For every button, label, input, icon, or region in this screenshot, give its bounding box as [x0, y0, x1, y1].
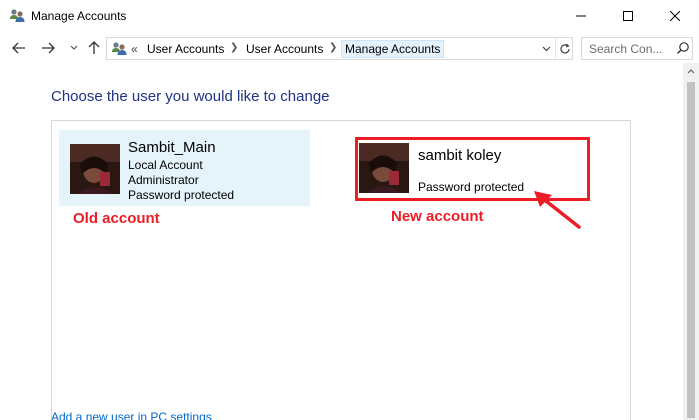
- avatar: [70, 144, 120, 194]
- up-button[interactable]: [84, 38, 104, 58]
- breadcrumb-user-accounts[interactable]: User Accounts: [147, 42, 224, 56]
- chevron-down-icon: [70, 45, 78, 50]
- breadcrumb-user-accounts-sub[interactable]: User Accounts: [246, 42, 323, 56]
- account-type: Local Account: [128, 158, 203, 172]
- breadcrumb-manage-accounts[interactable]: Manage Accounts: [341, 40, 445, 58]
- vertical-scrollbar[interactable]: [683, 63, 699, 420]
- address-history-button[interactable]: [537, 38, 555, 59]
- account-tile-sambit-main[interactable]: Sambit_Main Local Account Administrator …: [59, 130, 310, 206]
- breadcrumb-chevron-icon[interactable]: ❯: [230, 42, 238, 53]
- page-heading: Choose the user you would like to change: [51, 88, 330, 105]
- annotation-arrow-icon: [534, 191, 581, 229]
- search-icon[interactable]: [676, 41, 690, 55]
- account-password-status: Password protected: [128, 188, 235, 202]
- maximize-icon: [623, 11, 633, 21]
- user-photo-icon: [70, 144, 120, 194]
- annotation-new-account: New account: [391, 208, 484, 225]
- maximize-button[interactable]: [605, 0, 651, 32]
- breadcrumb-chevron-icon[interactable]: ❯: [329, 42, 337, 53]
- arrow-up-icon: [88, 41, 100, 54]
- account-role: Administrator: [128, 173, 199, 187]
- annotation-old-account: Old account: [73, 210, 160, 227]
- window-title: Manage Accounts: [31, 9, 127, 23]
- arrow-left-icon: [12, 42, 25, 54]
- address-bar[interactable]: « User Accounts ❯ User Accounts ❯ Manage…: [106, 37, 573, 60]
- minimize-icon: [576, 15, 586, 17]
- navigation-bar: « User Accounts ❯ User Accounts ❯ Manage…: [0, 33, 699, 63]
- chevron-up-icon: [687, 69, 695, 74]
- arrow-right-icon: [42, 42, 55, 54]
- user-accounts-icon: [112, 42, 127, 55]
- forward-button[interactable]: [38, 38, 58, 58]
- search-box[interactable]: [581, 37, 693, 60]
- breadcrumb-overflow[interactable]: «: [131, 42, 138, 56]
- minimize-button[interactable]: [558, 0, 604, 32]
- scrollbar-thumb[interactable]: [687, 82, 695, 418]
- title-bar: Manage Accounts: [0, 0, 699, 33]
- back-button[interactable]: [9, 38, 29, 58]
- search-input[interactable]: [582, 38, 676, 59]
- scroll-up-button[interactable]: [683, 63, 699, 80]
- user-accounts-icon: [10, 9, 25, 22]
- close-icon: [670, 11, 680, 21]
- account-name: Sambit_Main: [128, 139, 216, 156]
- recent-locations-button[interactable]: [64, 38, 84, 58]
- chevron-down-icon: [542, 46, 550, 51]
- close-button[interactable]: [652, 0, 698, 32]
- refresh-icon: [559, 43, 570, 53]
- add-user-link[interactable]: Add a new user in PC settings: [51, 410, 212, 420]
- refresh-button[interactable]: [555, 38, 573, 59]
